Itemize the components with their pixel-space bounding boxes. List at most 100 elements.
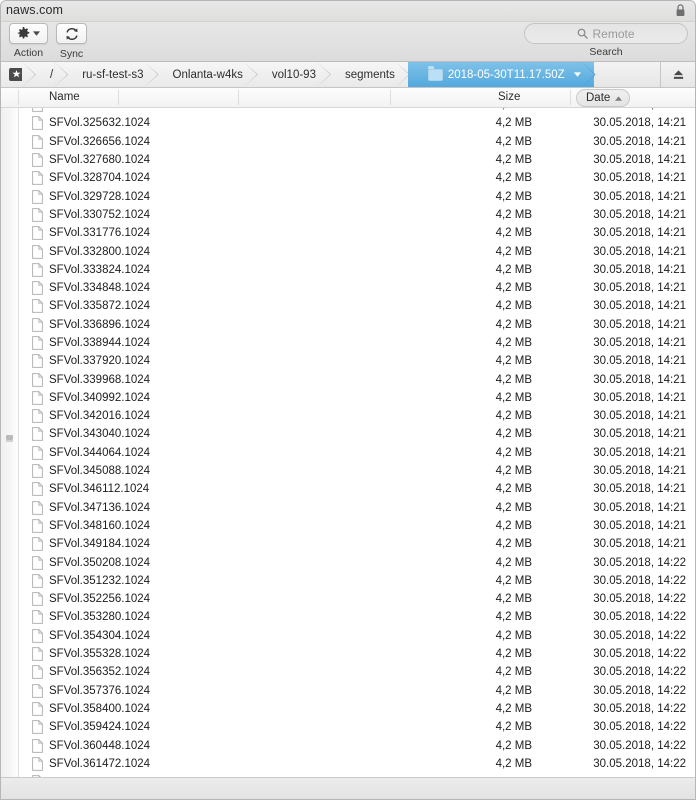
table-row[interactable]: SFVol.333824.1024 4,2 MB 30.05.2018, 14:21 [0, 261, 696, 279]
sync-label: Sync [59, 47, 84, 60]
breadcrumb-item-onlanta[interactable]: Onlanta-w4ks [156, 62, 256, 87]
table-row[interactable]: SFVol.336896.1024 4,2 MB 30.05.2018, 14:21 [0, 316, 696, 334]
file-name: SFVol.333824.1024 [49, 263, 151, 276]
table-row[interactable]: SFVol.361472.1024 4,2 MB 30.05.2018, 14:22 [0, 755, 696, 773]
file-name: SFVol.334848.1024 [49, 282, 151, 295]
table-row[interactable]: SFVol.338944.1024 4,2 MB 30.05.2018, 14:21 [0, 334, 696, 352]
breadcrumb-item-vol[interactable]: vol10-93 [255, 62, 329, 87]
file-name: SFVol.359424.1024 [49, 721, 151, 734]
breadcrumb-item-current[interactable]: 2018-05-30T11.17.50Z [407, 62, 594, 87]
breadcrumb-arrow [407, 62, 421, 87]
file-list[interactable]: SFVol.324608.1024 4,2 MB 30.05.2018, 14:21… [0, 108, 696, 777]
document-icon [32, 317, 43, 332]
table-row[interactable]: SFVol.356352.1024 4,2 MB 30.05.2018, 14:22 [0, 663, 696, 681]
table-row[interactable]: SFVol.325632.1024 4,2 MB 30.05.2018, 14:21 [0, 114, 696, 132]
column-header-size[interactable]: Size [498, 91, 520, 103]
search-label: Search [589, 46, 623, 58]
table-row[interactable]: SFVol.355328.1024 4,2 MB 30.05.2018, 14:22 [0, 645, 696, 663]
file-name: SFVol.356352.1024 [49, 666, 151, 679]
chevron-down-icon[interactable] [573, 72, 581, 77]
breadcrumb-label: ru-sf-test-s3 [82, 68, 144, 81]
file-size: 4,2 MB [495, 483, 532, 496]
table-row[interactable]: SFVol.350208.1024 4,2 MB 30.05.2018, 14:22 [0, 553, 696, 571]
file-date: 30.05.2018, 14:21 [593, 391, 686, 404]
table-row[interactable]: SFVol.351232.1024 4,2 MB 30.05.2018, 14:22 [0, 572, 696, 590]
column-divider[interactable] [118, 90, 119, 105]
table-row[interactable]: SFVol.327680.1024 4,2 MB 30.05.2018, 14:21 [0, 151, 696, 169]
table-row[interactable]: SFVol.331776.1024 4,2 MB 30.05.2018, 14:21 [0, 224, 696, 242]
file-size: 4,2 MB [495, 574, 532, 587]
table-row[interactable]: SFVol.342016.1024 4,2 MB 30.05.2018, 14:21 [0, 407, 696, 425]
document-icon [32, 464, 43, 478]
breadcrumb-label: 2018-05-30T11.17.50Z [447, 68, 565, 81]
table-row[interactable]: SFVol.329728.1024 4,2 MB 30.05.2018, 14:21 [0, 187, 696, 205]
table-row[interactable]: SFVol.354304.1024 4,2 MB 30.05.2018, 14:22 [0, 627, 696, 645]
window-bottom-bar [0, 777, 696, 800]
breadcrumb-item-root[interactable]: / [34, 62, 67, 87]
document-icon [32, 702, 43, 716]
table-row[interactable]: SFVol.347136.1024 4,2 MB 30.05.2018, 14:21 [0, 499, 696, 517]
file-name: SFVol.344064.1024 [49, 446, 151, 459]
breadcrumb-favorites[interactable] [0, 62, 34, 87]
table-row[interactable]: SFVol.326656.1024 4,2 MB 30.05.2018, 14:21 [0, 133, 696, 151]
file-size: 4,2 MB [495, 391, 532, 404]
column-divider[interactable] [18, 90, 19, 105]
column-header-date[interactable]: Date [576, 89, 631, 107]
document-icon [32, 756, 43, 771]
table-row[interactable]: SFVol.349184.1024 4,2 MB 30.05.2018, 14:21 [0, 535, 696, 553]
document-icon [32, 281, 43, 296]
search-input[interactable]: Remote [524, 23, 688, 44]
window-titlebar[interactable]: naws.com [0, 0, 696, 22]
table-row[interactable]: SFVol.358400.1024 4,2 MB 30.05.2018, 14:22 [0, 700, 696, 718]
action-button[interactable] [9, 23, 48, 44]
sync-refresh-icon [65, 27, 78, 40]
resize-handle-icon[interactable] [6, 434, 13, 442]
table-row[interactable]: SFVol.339968.1024 4,2 MB 30.05.2018, 14:21 [0, 370, 696, 388]
search-icon [578, 28, 589, 39]
table-row[interactable]: SFVol.353280.1024 4,2 MB 30.05.2018, 14:22 [0, 608, 696, 626]
table-row[interactable]: SFVol.360448.1024 4,2 MB 30.05.2018, 14:22 [0, 736, 696, 754]
file-date: 30.05.2018, 14:22 [593, 574, 686, 587]
table-row[interactable]: SFVol.352256.1024 4,2 MB 30.05.2018, 14:22 [0, 590, 696, 608]
breadcrumb-item-bucket[interactable]: ru-sf-test-s3 [66, 62, 157, 87]
document-icon [32, 354, 43, 369]
table-row[interactable]: SFVol.343040.1024 4,2 MB 30.05.2018, 14:21 [0, 425, 696, 443]
file-size: 4,2 MB [495, 373, 532, 386]
column-divider[interactable] [238, 90, 239, 105]
table-row[interactable]: SFVol.346112.1024 4,2 MB 30.05.2018, 14:21 [0, 480, 696, 498]
file-size: 4,2 MB [495, 611, 532, 624]
table-row[interactable]: SFVol.357376.1024 4,2 MB 30.05.2018, 14:22 [0, 682, 696, 700]
file-date: 30.05.2018, 14:21 [593, 190, 686, 203]
document-icon [32, 500, 43, 515]
table-row[interactable]: SFVol.328704.1024 4,2 MB 30.05.2018, 14:21 [0, 169, 696, 187]
breadcrumb: / ru-sf-test-s3 Onlanta-w4ks vol10-93 se… [0, 62, 696, 88]
file-date: 30.05.2018, 14:22 [593, 593, 686, 606]
file-date: 30.05.2018, 14:21 [593, 282, 686, 295]
table-row[interactable]: SFVol.359424.1024 4,2 MB 30.05.2018, 14:22 [0, 718, 696, 736]
table-row[interactable]: SFVol.337920.1024 4,2 MB 30.05.2018, 14:21 [0, 352, 696, 370]
table-row[interactable]: SFVol.335872.1024 4,2 MB 30.05.2018, 14:21 [0, 297, 696, 315]
column-divider[interactable] [390, 90, 391, 105]
document-icon [32, 610, 43, 625]
table-row[interactable]: SFVol.334848.1024 4,2 MB 30.05.2018, 14:21 [0, 279, 696, 297]
file-size: 4,2 MB [495, 245, 532, 258]
table-row[interactable]: SFVol.330752.1024 4,2 MB 30.05.2018, 14:21 [0, 206, 696, 224]
file-name: SFVol.342016.1024 [49, 410, 151, 423]
sync-button[interactable] [56, 23, 87, 44]
sidebar-divider[interactable] [0, 108, 19, 777]
table-row[interactable]: SFVol.332800.1024 4,2 MB 30.05.2018, 14:21 [0, 242, 696, 260]
table-row[interactable]: SFVol.345088.1024 4,2 MB 30.05.2018, 14:21 [0, 462, 696, 480]
file-size: 4,2 MB [440, 108, 532, 111]
column-header-name[interactable]: Name [49, 91, 80, 103]
file-name: SFVol.354304.1024 [49, 629, 151, 642]
file-name: SFVol.330752.1024 [49, 208, 151, 221]
file-name: SFVol.327680.1024 [49, 154, 151, 167]
table-row[interactable]: SFVol.340992.1024 4,2 MB 30.05.2018, 14:21 [0, 389, 696, 407]
breadcrumb-item-segments[interactable]: segments [328, 62, 408, 87]
table-row[interactable]: SFVol.344064.1024 4,2 MB 30.05.2018, 14:21 [0, 444, 696, 462]
file-size: 4,2 MB [495, 282, 532, 295]
file-name: SFVol.328704.1024 [49, 172, 151, 185]
table-row[interactable]: SFVol.348160.1024 4,2 MB 30.05.2018, 14:21 [0, 517, 696, 535]
eject-button[interactable] [660, 62, 696, 87]
column-divider[interactable] [570, 90, 571, 105]
